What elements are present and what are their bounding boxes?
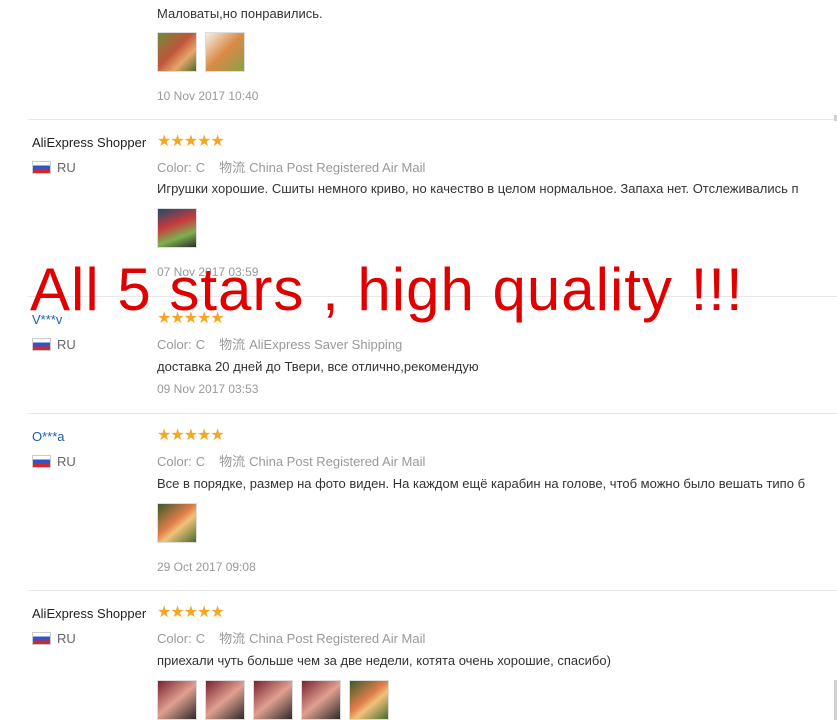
review-photo-thumbnail[interactable]	[205, 680, 245, 720]
star-icon: ★	[210, 133, 224, 150]
review-photo-thumbnail[interactable]	[157, 32, 197, 72]
review-text: Все в порядке, размер на фото виден. На …	[157, 476, 806, 491]
shipping-label: 物流	[219, 337, 246, 352]
reviewer-country: RU	[32, 337, 76, 352]
russia-flag-icon	[32, 338, 51, 351]
color-label: Color:	[157, 631, 192, 646]
star-icon: ★	[197, 427, 211, 444]
russia-flag-icon	[32, 632, 51, 645]
review-divider	[28, 413, 837, 414]
shipping-label: 物流	[219, 160, 246, 175]
order-info: Color: C 物流 AliExpress Saver Shipping	[157, 334, 402, 353]
color-value: C	[195, 631, 206, 646]
review-divider	[28, 119, 837, 120]
review-photos	[157, 680, 389, 720]
review-text: доставка 20 дней до Твери, все отлично,р…	[157, 359, 479, 374]
shipping-value: AliExpress Saver Shipping	[249, 337, 403, 352]
order-info: Color: C 物流 China Post Registered Air Mail	[157, 451, 425, 470]
review-text: приехали чуть больше чем за две недели, …	[157, 653, 611, 668]
review-date: 29 Oct 2017 09:08	[157, 560, 256, 574]
color-value: C	[195, 160, 206, 175]
review-photos	[157, 32, 245, 72]
review-photo-thumbnail[interactable]	[157, 503, 197, 543]
star-icon: ★	[157, 604, 171, 621]
star-icon: ★	[157, 427, 171, 444]
review-photo-thumbnail[interactable]	[301, 680, 341, 720]
shipping-value: China Post Registered Air Mail	[249, 454, 426, 469]
shipping-value: China Post Registered Air Mail	[249, 160, 426, 175]
promo-overlay-text: All 5 stars , high quality !!!	[30, 256, 744, 323]
star-icon: ★	[210, 604, 224, 621]
star-icon: ★	[170, 427, 184, 444]
star-rating: ★ ★ ★ ★ ★	[157, 427, 225, 444]
review-photo-thumbnail[interactable]	[253, 680, 293, 720]
reviewer-name: AliExpress Shopper	[32, 606, 147, 621]
star-icon: ★	[210, 427, 224, 444]
color-label: Color:	[157, 454, 192, 469]
review-photo-thumbnail[interactable]	[349, 680, 389, 720]
country-code: RU	[57, 631, 76, 646]
review-photo-thumbnail[interactable]	[205, 32, 245, 72]
review-photos	[157, 208, 197, 248]
country-code: RU	[57, 160, 76, 175]
russia-flag-icon	[32, 161, 51, 174]
star-icon: ★	[197, 133, 211, 150]
color-value: C	[195, 454, 206, 469]
review-photo-thumbnail[interactable]	[157, 680, 197, 720]
reviewer-country: RU	[32, 160, 76, 175]
russia-flag-icon	[32, 455, 51, 468]
shipping-label: 物流	[219, 454, 246, 469]
review-photo-thumbnail[interactable]	[157, 208, 197, 248]
star-icon: ★	[183, 604, 198, 621]
color-label: Color:	[157, 337, 192, 352]
star-icon: ★	[197, 604, 211, 621]
reviewer-country: RU	[32, 631, 76, 646]
star-icon: ★	[170, 133, 184, 150]
star-icon: ★	[183, 427, 198, 444]
star-icon: ★	[157, 133, 171, 150]
order-info: Color: C 物流 China Post Registered Air Mail	[157, 628, 425, 647]
reviewer-name[interactable]: O***a	[32, 429, 65, 444]
review-date: 09 Nov 2017 03:53	[157, 382, 259, 396]
color-label: Color:	[157, 160, 192, 175]
star-icon: ★	[183, 133, 198, 150]
shipping-value: China Post Registered Air Mail	[249, 631, 426, 646]
star-icon: ★	[170, 604, 184, 621]
review-date: 10 Nov 2017 10:40	[157, 89, 259, 103]
review-text: Маловаты,но понравились.	[157, 6, 323, 21]
country-code: RU	[57, 337, 76, 352]
review-divider	[28, 590, 837, 591]
color-value: C	[195, 337, 206, 352]
star-rating: ★ ★ ★ ★ ★	[157, 604, 225, 621]
reviewer-country: RU	[32, 454, 76, 469]
shipping-label: 物流	[219, 631, 246, 646]
reviewer-name: AliExpress Shopper	[32, 135, 147, 150]
order-info: Color: C 物流 China Post Registered Air Mail	[157, 157, 425, 176]
review-text: Игрушки хорошие. Сшиты немного криво, но…	[157, 181, 799, 196]
review-photos	[157, 503, 197, 543]
star-rating: ★ ★ ★ ★ ★	[157, 133, 225, 150]
country-code: RU	[57, 454, 76, 469]
